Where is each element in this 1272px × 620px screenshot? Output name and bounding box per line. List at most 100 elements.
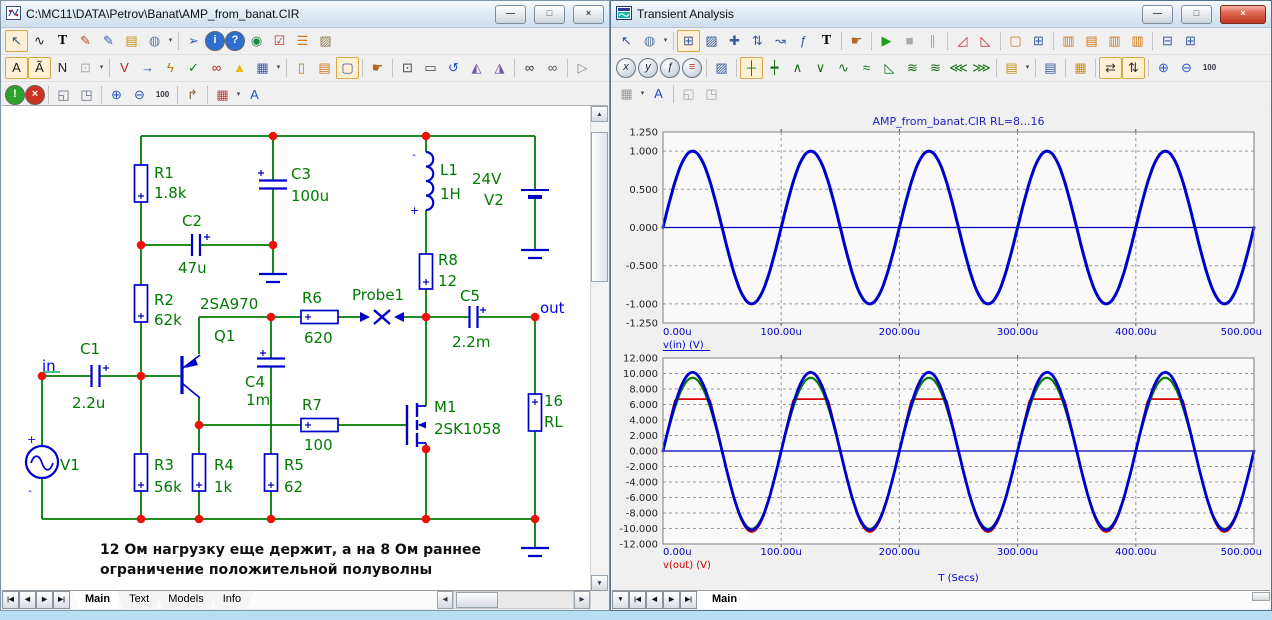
scroll-left-button[interactable]: ◀: [437, 591, 453, 609]
label-Q1-model[interactable]: 2SA970: [200, 295, 258, 313]
scroll-thumb[interactable]: [456, 592, 498, 608]
sheet-icon[interactable]: ☰: [291, 30, 314, 52]
numeric-output-icon[interactable]: ▤: [1039, 57, 1062, 79]
animated-probe-Probe1[interactable]: [360, 309, 404, 325]
cursor-left-icon[interactable]: ▥: [1057, 30, 1080, 52]
send-back-icon[interactable]: ◳: [75, 84, 98, 106]
stop-icon[interactable]: ■: [898, 30, 921, 52]
capacitor-C1[interactable]: [90, 365, 101, 387]
label-R1-value[interactable]: 1.8k: [154, 184, 187, 202]
scroll-up-button[interactable]: ▲: [591, 106, 608, 122]
grid-icon-dropdown[interactable]: ▾: [274, 58, 283, 78]
tab-models[interactable]: Models: [156, 591, 215, 609]
schematic-note-line1[interactable]: 12 Ом нагрузку еще держит, а на 8 Ом ран…: [100, 542, 481, 558]
copy-attributes-icon[interactable]: ⊡: [74, 57, 97, 79]
edit-plot-icon[interactable]: ▨: [710, 57, 733, 79]
label-C3-name[interactable]: C3: [291, 165, 311, 183]
trace-grid-icon-dropdown[interactable]: ▾: [638, 84, 647, 104]
inductor-L1[interactable]: - +: [410, 148, 435, 217]
label-RL-name[interactable]: RL: [544, 413, 563, 431]
label-R2-value[interactable]: 62k: [154, 311, 182, 329]
properties-icon[interactable]: ☛: [845, 30, 868, 52]
analysis-titlebar[interactable]: Transient Analysis — □ ×: [611, 1, 1271, 28]
tab-main[interactable]: Main: [700, 591, 749, 609]
title-block-icon[interactable]: ▤: [313, 57, 336, 79]
label-R8-name[interactable]: R8: [438, 251, 458, 269]
label-R5-name[interactable]: R5: [284, 456, 304, 474]
send-back-icon[interactable]: ◳: [700, 83, 723, 105]
global-high-icon[interactable]: ≋: [901, 57, 924, 79]
capacitor-C2[interactable]: [190, 234, 202, 256]
flip-horizontal-icon[interactable]: ◮: [488, 57, 511, 79]
label-R3-value[interactable]: 56k: [154, 478, 182, 496]
slope-down-icon[interactable]: ◺: [974, 30, 997, 52]
shapes-icon-dropdown[interactable]: ▾: [166, 31, 175, 51]
flip-vertical-icon[interactable]: ◭: [465, 57, 488, 79]
minimize-button[interactable]: —: [1142, 4, 1173, 24]
scroll-right-button[interactable]: ▶: [574, 591, 590, 609]
node-label-in[interactable]: in: [42, 357, 56, 375]
first-page-button[interactable]: |◀: [629, 591, 646, 609]
font-icon[interactable]: A: [243, 84, 266, 106]
region-icon[interactable]: ▭: [419, 57, 442, 79]
attribute-text-icon[interactable]: A: [5, 57, 28, 79]
branch-left-icon[interactable]: ⋘: [947, 57, 970, 79]
data-points-icon[interactable]: ⊞: [1027, 30, 1050, 52]
label-C2-value[interactable]: 47u: [178, 259, 207, 277]
bring-front-icon[interactable]: ◱: [52, 84, 75, 106]
horizontal-scrollbar[interactable]: ◀ ▶: [437, 591, 590, 609]
label-V2-name[interactable]: V2: [484, 191, 504, 209]
cursor-mode-icon[interactable]: ┼: [740, 57, 763, 79]
label-M1-name[interactable]: M1: [434, 398, 457, 416]
color-palette-icon-dropdown[interactable]: ▾: [234, 85, 243, 105]
label-C2-name[interactable]: C2: [182, 212, 202, 230]
draw-tool-icon[interactable]: ✎: [97, 30, 120, 52]
label-C5-value[interactable]: 2.2m: [452, 333, 490, 351]
capacitor-C3[interactable]: [259, 179, 287, 190]
shapes-icon[interactable]: ◍: [143, 30, 166, 52]
grid-icon[interactable]: ▦: [251, 57, 274, 79]
label-RL-value[interactable]: 16: [544, 392, 563, 410]
node-numbers-icon[interactable]: N: [51, 57, 74, 79]
label-R4-name[interactable]: R4: [214, 456, 234, 474]
label-R7-name[interactable]: R7: [302, 396, 322, 414]
crosshair-tag-icon[interactable]: ⊞: [1179, 30, 1202, 52]
valley-icon[interactable]: ∨: [809, 57, 832, 79]
schematic-titlebar[interactable]: C:\MC11\DATA\Petrov\Banat\AMP_from_banat…: [1, 1, 609, 28]
next-page-button[interactable]: ▶: [663, 591, 680, 609]
find-icon[interactable]: ∞: [518, 57, 541, 79]
label-R6-value[interactable]: 620: [304, 329, 333, 347]
goto-icon[interactable]: ▷: [571, 57, 594, 79]
label-L1-name[interactable]: L1: [440, 161, 458, 179]
plot-y-expression[interactable]: v(in) (V): [663, 340, 704, 351]
label-V2-value[interactable]: 24V: [472, 170, 502, 188]
color-palette-icon[interactable]: ▦: [211, 84, 234, 106]
cursor-track-icon[interactable]: ┿: [763, 57, 786, 79]
label-C1-name[interactable]: C1: [80, 340, 100, 358]
clipboard-icon-dropdown[interactable]: ▾: [1023, 58, 1032, 78]
properties-icon[interactable]: ☛: [366, 57, 389, 79]
restore-button[interactable]: □: [534, 4, 565, 24]
scale-mode-icon[interactable]: ⊞: [677, 30, 700, 52]
inflection-icon[interactable]: ◺: [878, 57, 901, 79]
y-scale-icon[interactable]: ⇅: [1122, 57, 1145, 79]
x-scale-icon[interactable]: ⇄: [1099, 57, 1122, 79]
power-icon[interactable]: ϟ: [159, 57, 182, 79]
text-tool-icon[interactable]: T: [51, 30, 74, 52]
analysis-plots[interactable]: 1.250 1.000 0.500 0.000 -0.500 -1.000 -1.250 0.…: [612, 103, 1272, 593]
zoom-out-icon[interactable]: ⊖: [1175, 57, 1198, 79]
run-icon[interactable]: !: [5, 85, 25, 105]
capacitor-C5[interactable]: [468, 306, 479, 328]
page-icon[interactable]: ↱: [181, 84, 204, 106]
y-axis-icon[interactable]: y: [638, 58, 658, 78]
conditions-icon[interactable]: ✓: [182, 57, 205, 79]
cursor-all-icon[interactable]: ▤: [1080, 30, 1103, 52]
zoom-100-icon[interactable]: 100: [151, 84, 174, 106]
web-icon[interactable]: ◉: [245, 30, 268, 52]
pan-mode-icon[interactable]: ✚: [723, 30, 746, 52]
label-R2-name[interactable]: R2: [154, 291, 174, 309]
label-C4-name[interactable]: C4: [245, 373, 265, 391]
formula-icon[interactable]: ƒ: [792, 30, 815, 52]
tab-text[interactable]: Text: [117, 591, 161, 609]
close-button[interactable]: ×: [1220, 4, 1266, 24]
